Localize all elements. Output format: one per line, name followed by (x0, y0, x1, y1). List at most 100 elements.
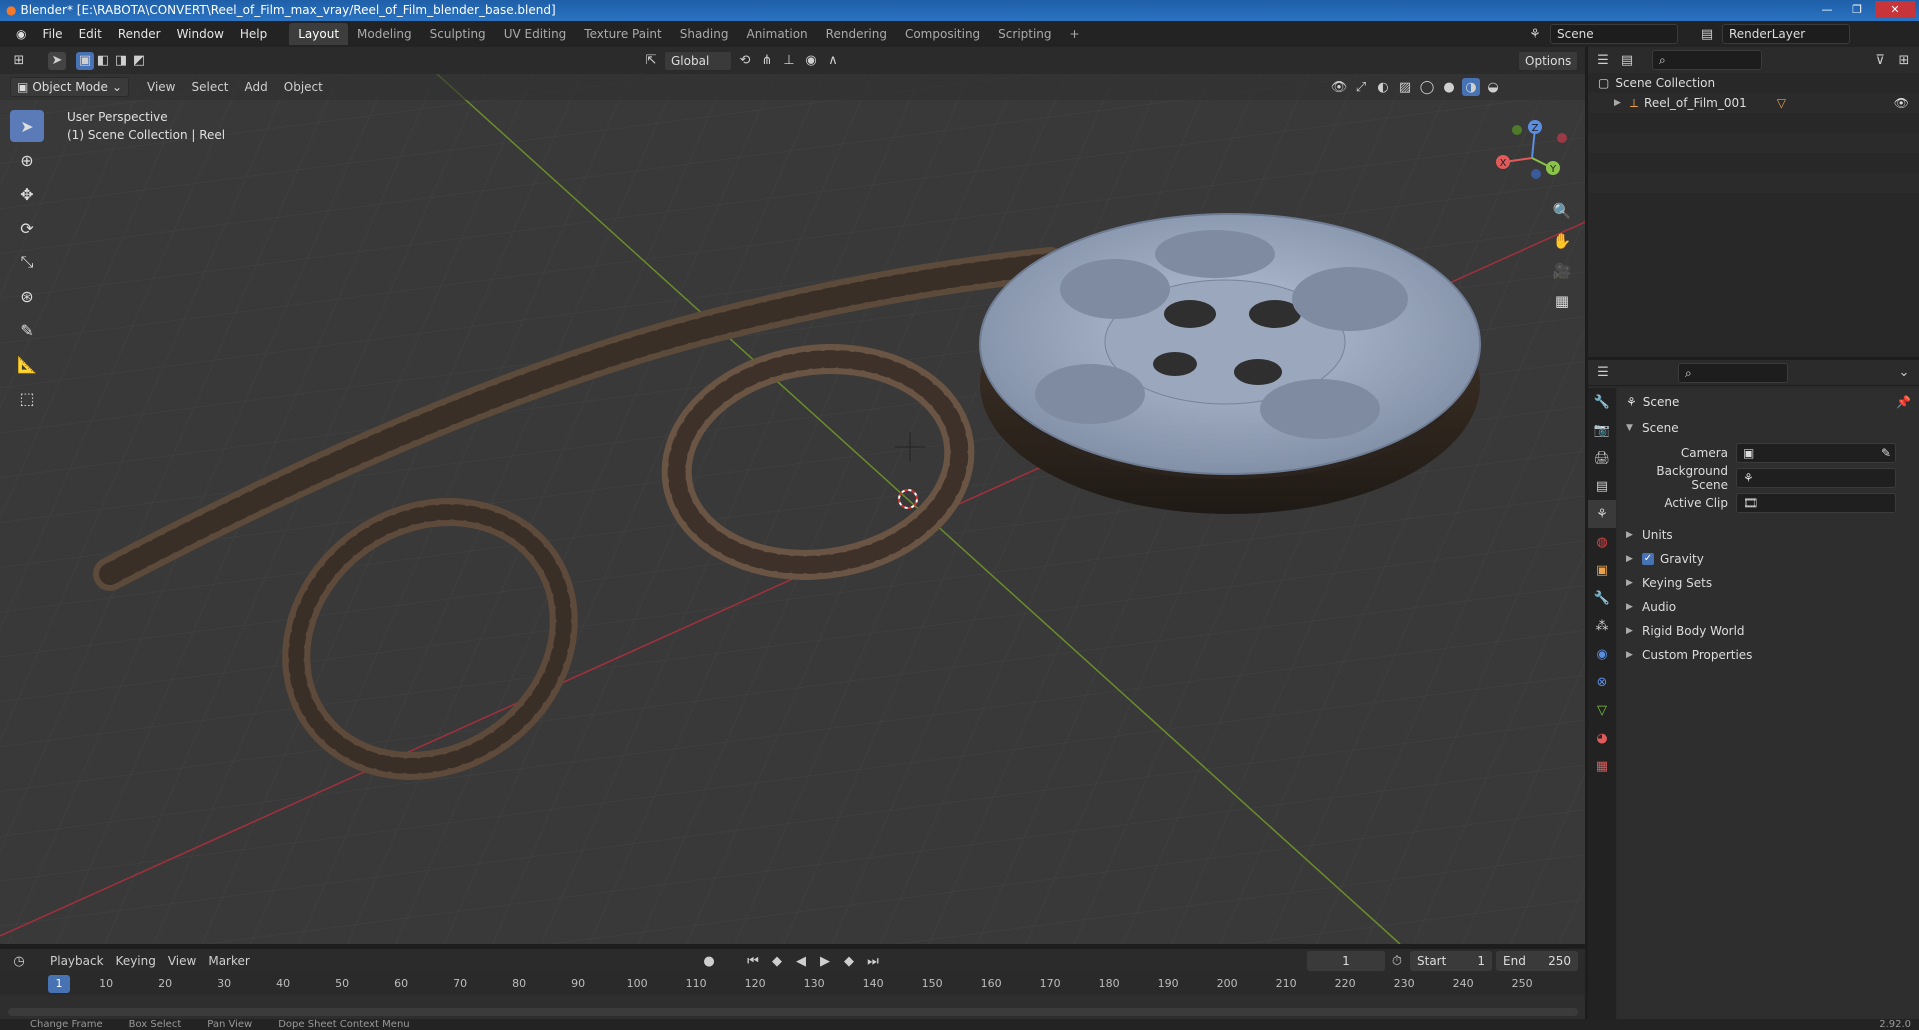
navigation-gizmo[interactable]: Z X Y (1490, 118, 1570, 198)
material-shading-icon[interactable]: ◑ (1462, 78, 1480, 96)
modifier-tab-icon[interactable]: 🔧 (1588, 584, 1616, 612)
scale-tool-icon[interactable]: ⤡ (10, 246, 44, 278)
start-frame-field[interactable]: Start 1 (1410, 951, 1492, 971)
solid-shading-icon[interactable]: ● (1440, 78, 1458, 96)
tab-rendering[interactable]: Rendering (817, 23, 896, 45)
audio-panel[interactable]: ▶ Audio (1618, 595, 1919, 619)
properties-options-icon[interactable]: ⌄ (1895, 364, 1913, 382)
camera-field[interactable]: ▣ ✎ (1736, 442, 1896, 463)
viewport-menu-view[interactable]: View (139, 80, 183, 94)
eyedropper-icon[interactable]: ✎ (1881, 446, 1891, 460)
pan-hand-icon[interactable]: ✋ (1550, 226, 1574, 256)
viewport-menu-add[interactable]: Add (237, 80, 276, 94)
tab-animation[interactable]: Animation (737, 23, 816, 45)
keying-sets-panel[interactable]: ▶ Keying Sets (1618, 571, 1919, 595)
end-frame-field[interactable]: End 250 (1496, 951, 1578, 971)
prev-keyframe-icon[interactable]: ◆ (768, 952, 786, 970)
cursor-tool-icon[interactable]: ⊕ (10, 144, 44, 176)
annotate-tool-icon[interactable]: ✎ (10, 314, 44, 346)
jump-end-icon[interactable]: ⏭ (864, 952, 882, 970)
rendered-shading-icon[interactable]: ◒ (1484, 78, 1502, 96)
tab-layout[interactable]: Layout (289, 23, 349, 45)
stopwatch-icon[interactable]: ⏱ (1388, 952, 1406, 970)
properties-editor-icon[interactable]: ☰ (1594, 364, 1612, 382)
transform-tool-icon[interactable]: ⊛ (10, 280, 44, 312)
options-dropdown[interactable]: Options (1518, 50, 1579, 71)
physics-tab-icon[interactable]: ◉ (1588, 640, 1616, 668)
rotate-tool-icon[interactable]: ⟳ (10, 212, 44, 244)
timeline-menu-marker[interactable]: Marker (202, 954, 255, 968)
menu-edit[interactable]: Edit (71, 27, 110, 41)
3d-viewport[interactable] (0, 74, 1585, 944)
scene-tab-icon[interactable]: ⚘ (1588, 500, 1616, 528)
outliner-search-input[interactable]: ⌕ (1652, 50, 1762, 70)
transform-orientation-dropdown[interactable]: Global (664, 50, 732, 71)
next-keyframe-icon[interactable]: ◆ (840, 952, 858, 970)
mode-dropdown[interactable]: ▣ Object Mode ⌄ (10, 77, 129, 97)
scene-icon[interactable]: ⚘ (1526, 25, 1544, 43)
output-tab-icon[interactable]: 🖨 (1588, 444, 1616, 472)
overlay-toggle-icon[interactable]: ◐ (1374, 78, 1392, 96)
select-subtract-icon[interactable]: ◨ (112, 52, 130, 70)
select-new-icon[interactable]: ▣ (76, 51, 94, 70)
tab-texture-paint[interactable]: Texture Paint (575, 23, 670, 45)
close-button[interactable]: ✕ (1875, 1, 1915, 18)
menu-window[interactable]: Window (169, 27, 232, 41)
select-intersect-icon[interactable]: ◩ (130, 52, 148, 70)
particles-tab-icon[interactable]: ⁂ (1588, 612, 1616, 640)
minimize-button[interactable]: — (1815, 1, 1839, 18)
snap-icon[interactable]: ⋔ (758, 52, 776, 70)
timeline-editor-icon[interactable]: ◷ (10, 952, 28, 970)
gizmo-toggle-icon[interactable]: ⤢ (1352, 78, 1370, 96)
select-box-tool-icon[interactable]: ➤ (10, 110, 44, 142)
blender-logo-icon[interactable]: ◉ (8, 27, 34, 41)
timeline-menu-playback[interactable]: Playback (44, 954, 110, 968)
world-tab-icon[interactable]: ◍ (1588, 528, 1616, 556)
properties-search-input[interactable]: ⌕ (1678, 362, 1788, 383)
playhead[interactable]: 1 (48, 975, 70, 993)
select-extend-icon[interactable]: ◧ (94, 52, 112, 70)
menu-render[interactable]: Render (110, 27, 169, 41)
view-layer-icon[interactable]: ▤ (1698, 25, 1716, 43)
wireframe-shading-icon[interactable]: ◯ (1418, 78, 1436, 96)
tab-compositing[interactable]: Compositing (896, 23, 989, 45)
timeline-scrollbar[interactable] (8, 1008, 1578, 1016)
tab-sculpting[interactable]: Sculpting (421, 23, 495, 45)
data-tab-icon[interactable]: ▽ (1588, 696, 1616, 724)
timeline-menu-view[interactable]: View (162, 954, 202, 968)
display-mode-icon[interactable]: ▤ (1618, 51, 1636, 69)
tool-tab-icon[interactable]: 🔧 (1588, 388, 1616, 416)
units-panel[interactable]: ▶ Units (1618, 523, 1919, 547)
gravity-panel[interactable]: ▶ ✓ Gravity (1618, 547, 1919, 571)
texture-tab-icon[interactable]: ▦ (1588, 752, 1616, 780)
play-icon[interactable]: ▶ (816, 952, 834, 970)
frame-ruler[interactable]: 10 20 30 40 50 60 70 80 90 100 110 120 130 140 150 160 1… (0, 973, 1585, 995)
select-tool-icon[interactable]: ➤ (48, 51, 66, 70)
jump-start-icon[interactable]: ⏮ (744, 952, 762, 970)
custom-properties-panel[interactable]: ▶ Custom Properties (1618, 643, 1919, 667)
render-tab-icon[interactable]: 📷 (1588, 416, 1616, 444)
snap-increment-icon[interactable]: ⊥ (780, 52, 798, 70)
gravity-checkbox[interactable]: ✓ (1642, 553, 1654, 565)
falloff-icon[interactable]: ∧ (824, 52, 842, 70)
background-scene-field[interactable]: ⚘ (1736, 467, 1896, 488)
play-reverse-icon[interactable]: ◀ (792, 952, 810, 970)
ortho-grid-icon[interactable]: ▦ (1550, 286, 1574, 316)
new-collection-icon[interactable]: ⊞ (1895, 51, 1913, 69)
tab-uv-editing[interactable]: UV Editing (495, 23, 576, 45)
tab-shading[interactable]: Shading (671, 23, 738, 45)
add-workspace-icon[interactable]: + (1061, 23, 1089, 45)
expand-arrow-icon[interactable]: ▶ (1614, 98, 1624, 108)
outliner-row-reel[interactable]: ▶ ⟂ Reel_of_Film_001 ▽ 👁 (1588, 93, 1919, 113)
add-cube-tool-icon[interactable]: ⬚ (10, 382, 44, 414)
orientation-icon[interactable]: ⇱ (642, 52, 660, 70)
scene-panel-header[interactable]: ▼ Scene (1618, 416, 1919, 440)
pivot-icon[interactable]: ⟲ (736, 52, 754, 70)
zoom-icon[interactable]: 🔍 (1550, 196, 1574, 226)
eye-visibility-icon[interactable]: 👁 (1894, 96, 1909, 110)
scene-selector[interactable]: Scene (1550, 24, 1678, 44)
constraints-tab-icon[interactable]: ⊗ (1588, 668, 1616, 696)
view-layer-selector[interactable]: RenderLayer (1722, 24, 1850, 44)
viewport-menu-select[interactable]: Select (183, 80, 236, 94)
view-layer-tab-icon[interactable]: ▤ (1588, 472, 1616, 500)
